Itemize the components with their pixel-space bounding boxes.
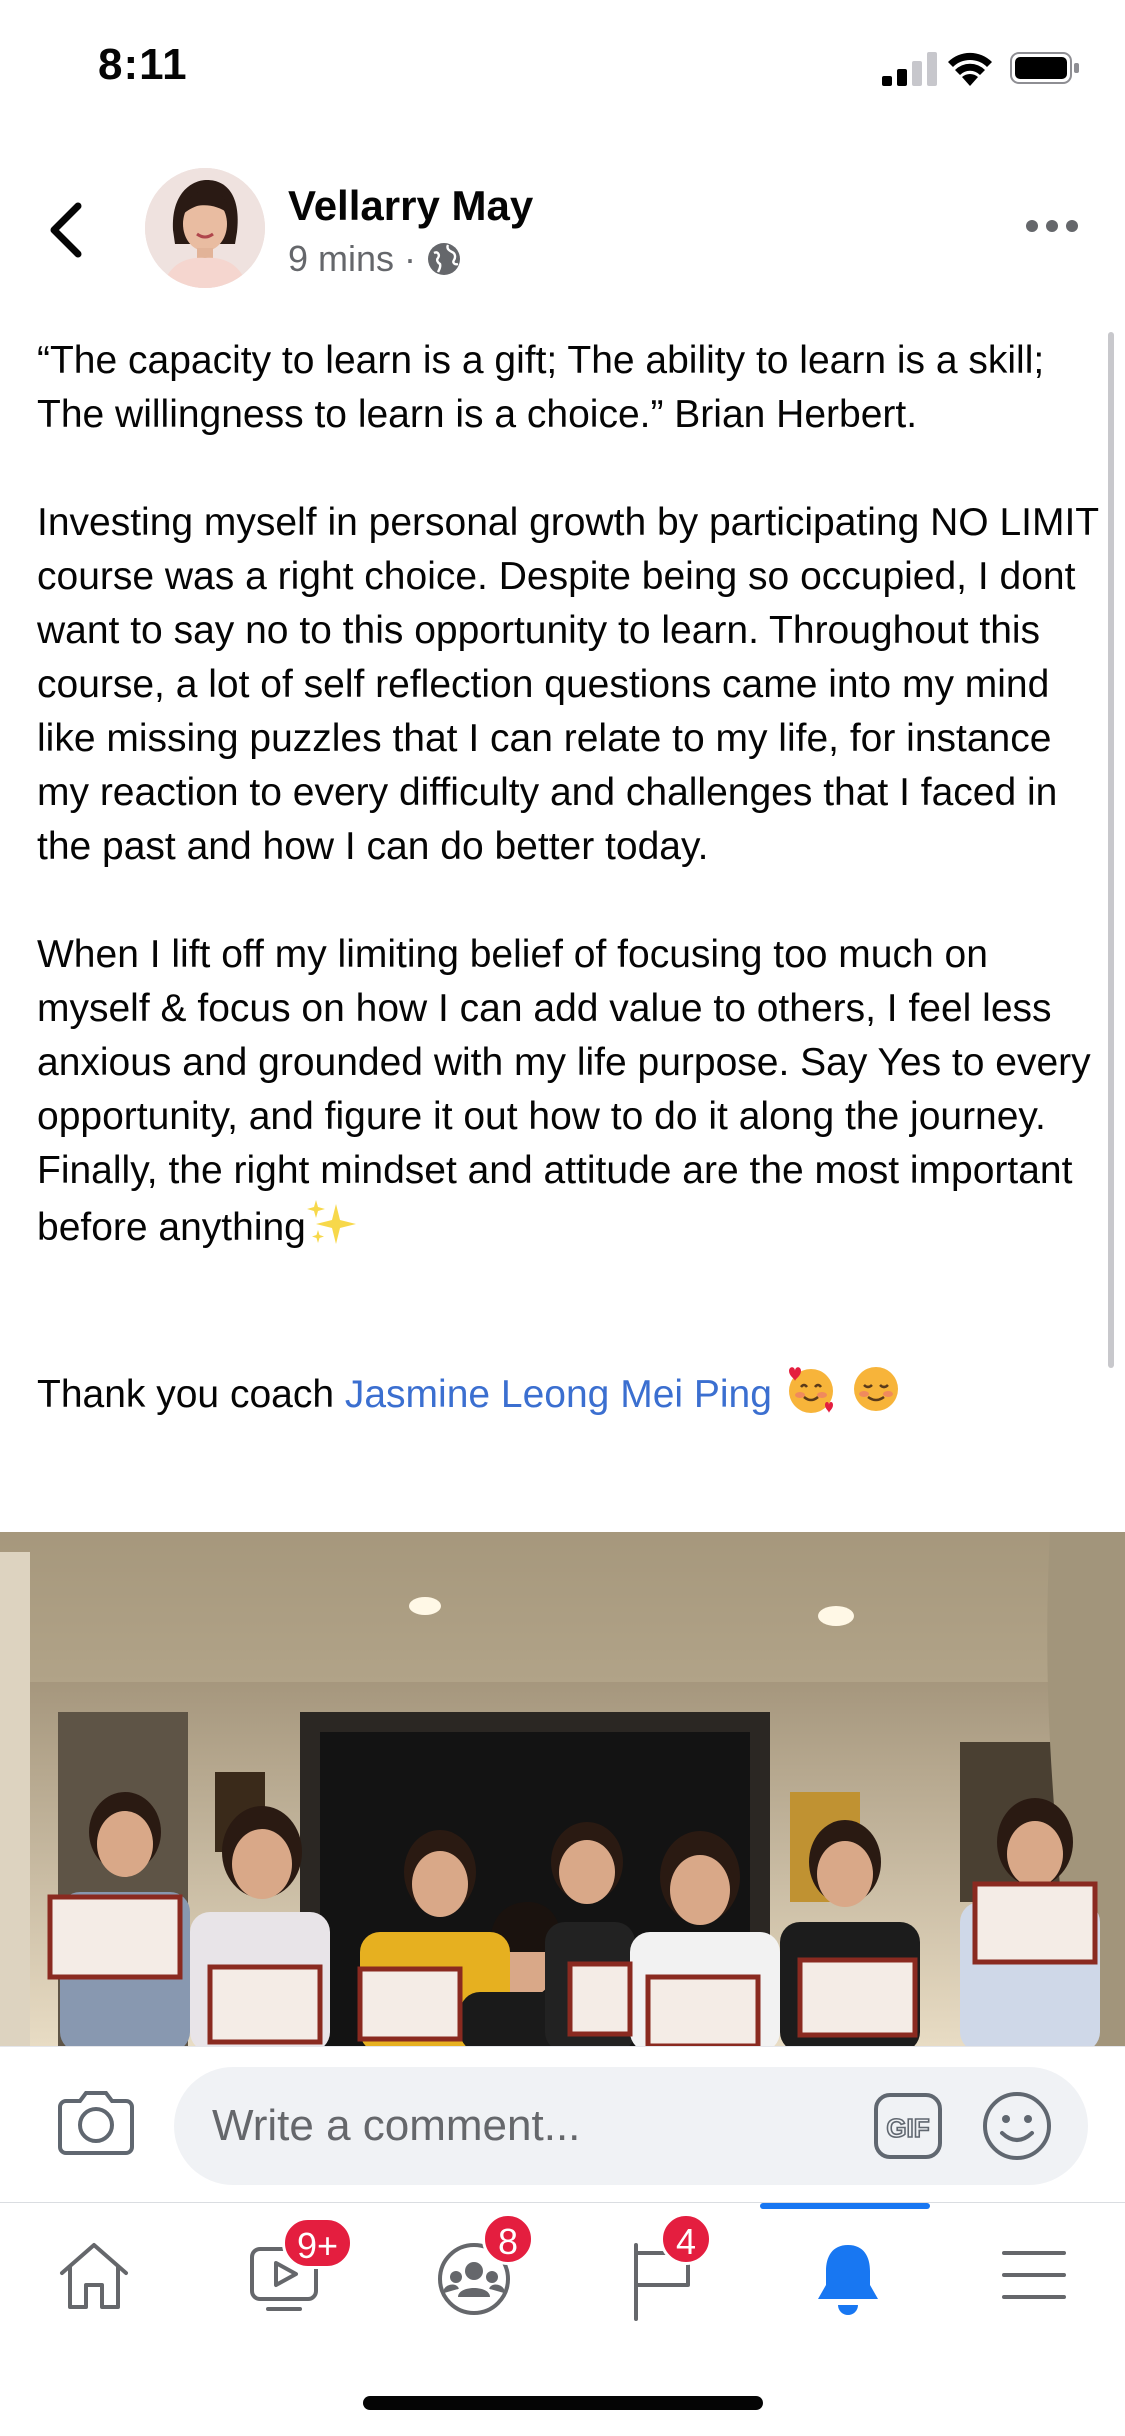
groups-badge: 8 — [482, 2213, 534, 2265]
author-avatar[interactable] — [145, 168, 265, 288]
post-time[interactable]: 9 mins — [288, 238, 394, 280]
post-paragraph-text: When I lift off my limiting belief of fo… — [37, 933, 1091, 1249]
comment-input[interactable] — [174, 2067, 1088, 2185]
bell-icon — [818, 2245, 878, 2315]
meta-separator: · — [404, 238, 417, 279]
pages-badge: 4 — [660, 2213, 712, 2265]
gif-icon: GIF — [874, 2093, 942, 2159]
post-paragraph: Thank you coach Jasmine Leong Mei Ping — [37, 1363, 1107, 1422]
more-dot-icon — [1026, 220, 1038, 232]
gif-button[interactable]: GIF — [874, 2093, 942, 2159]
more-options-button[interactable] — [1026, 216, 1078, 236]
tab-notifications[interactable] — [790, 2231, 900, 2331]
tab-pages[interactable]: 4 — [608, 2213, 718, 2331]
scrollbar[interactable] — [1108, 332, 1114, 1368]
group-photo-image — [0, 1532, 1125, 2046]
wifi-icon — [948, 52, 992, 86]
post-paragraph: Investing myself in personal growth by p… — [37, 501, 1099, 868]
tab-groups[interactable]: 8 — [414, 2213, 534, 2331]
status-time: 8:11 — [98, 40, 188, 89]
watch-badge: 9+ — [282, 2217, 354, 2269]
gif-label: GIF — [886, 2113, 929, 2143]
hamburger-menu-icon — [1002, 2251, 1066, 2299]
active-tab-indicator — [760, 2203, 930, 2209]
tab-watch[interactable]: 9+ — [226, 2217, 354, 2331]
sparkles-emoji-icon — [306, 1200, 356, 1244]
author-name[interactable]: Vellarry May — [288, 182, 533, 230]
comment-bar: GIF — [0, 2046, 1125, 2202]
more-dot-icon — [1046, 220, 1058, 232]
post-paragraph: “The capacity to learn is a gift; The ab… — [37, 339, 1045, 436]
avatar-portrait — [145, 168, 265, 288]
emoji-icon[interactable] — [982, 2091, 1052, 2161]
cellular-signal-icon — [882, 52, 937, 86]
home-indicator — [363, 2396, 763, 2410]
mention-link[interactable]: Jasmine Leong Mei Ping — [345, 1373, 772, 1416]
more-dot-icon — [1066, 220, 1078, 232]
battery-icon — [1010, 52, 1079, 84]
post-paragraph: When I lift off my limiting belief of fo… — [37, 928, 1107, 1255]
smiling-hearts-emoji-icon — [788, 1367, 833, 1413]
post-paragraph-text: Thank you coach — [37, 1373, 345, 1416]
tab-menu[interactable] — [976, 2231, 1086, 2331]
status-bar: 8:11 — [0, 0, 1125, 140]
post-meta: 9 mins · — [288, 238, 462, 280]
globe-icon — [428, 243, 461, 275]
camera-icon[interactable] — [58, 2087, 134, 2155]
post-photo[interactable] — [0, 1532, 1125, 2046]
post-header: Vellarry May 9 mins · — [0, 160, 1125, 300]
smiling-face-emoji-icon — [853, 1367, 898, 1411]
back-chevron-icon[interactable] — [44, 200, 88, 260]
home-icon — [60, 2243, 128, 2309]
post-body: “The capacity to learn is a gift; The ab… — [37, 334, 1107, 1422]
tab-home[interactable] — [36, 2231, 146, 2331]
